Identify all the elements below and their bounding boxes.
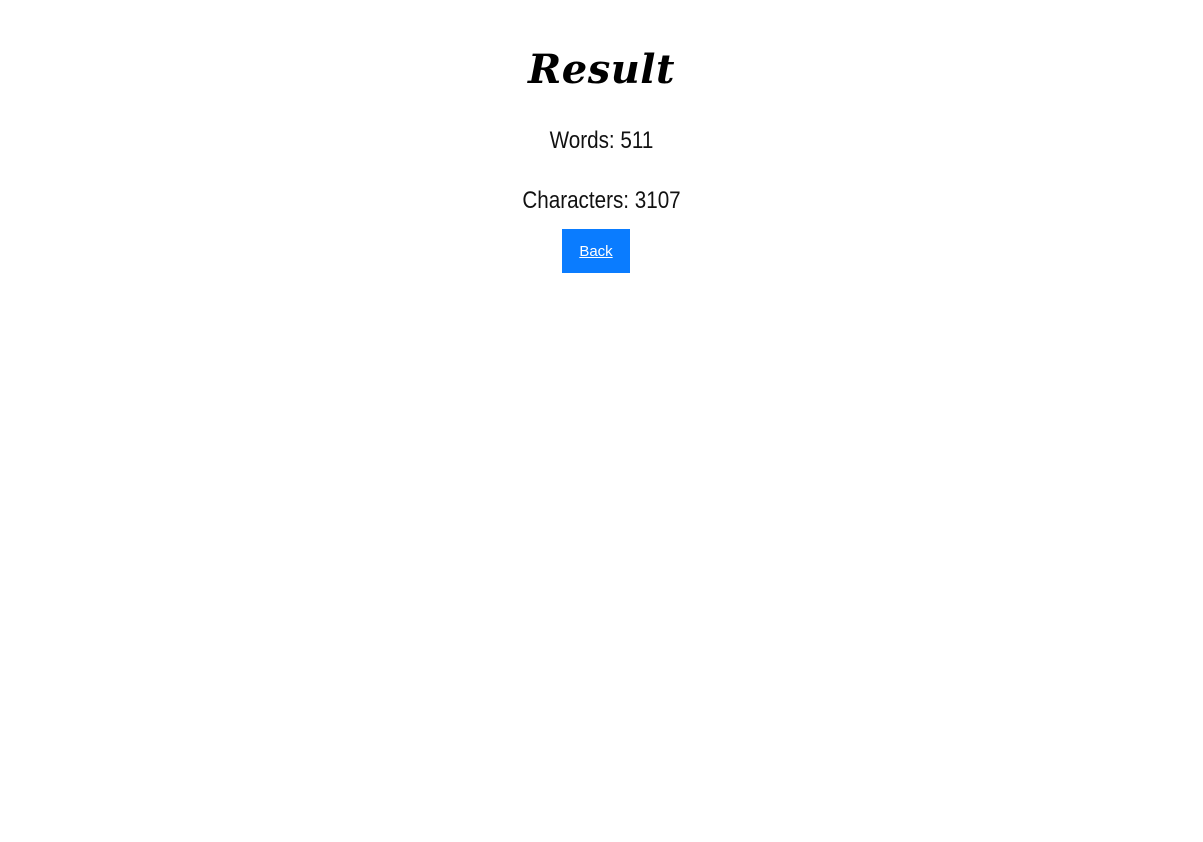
hero-image [0, 385, 1203, 842]
word-count: Words: 511 [84, 127, 1119, 155]
word-count-value: 511 [620, 127, 654, 154]
page-title: Result [528, 46, 675, 93]
word-count-label: Words: [549, 127, 615, 154]
character-count-label: Characters: [522, 187, 630, 214]
notebook-pen-illustration [0, 385, 1203, 842]
character-count-value: 3107 [634, 187, 681, 214]
character-count: Characters: 3107 [84, 187, 1119, 215]
back-button[interactable]: Back [562, 229, 630, 273]
